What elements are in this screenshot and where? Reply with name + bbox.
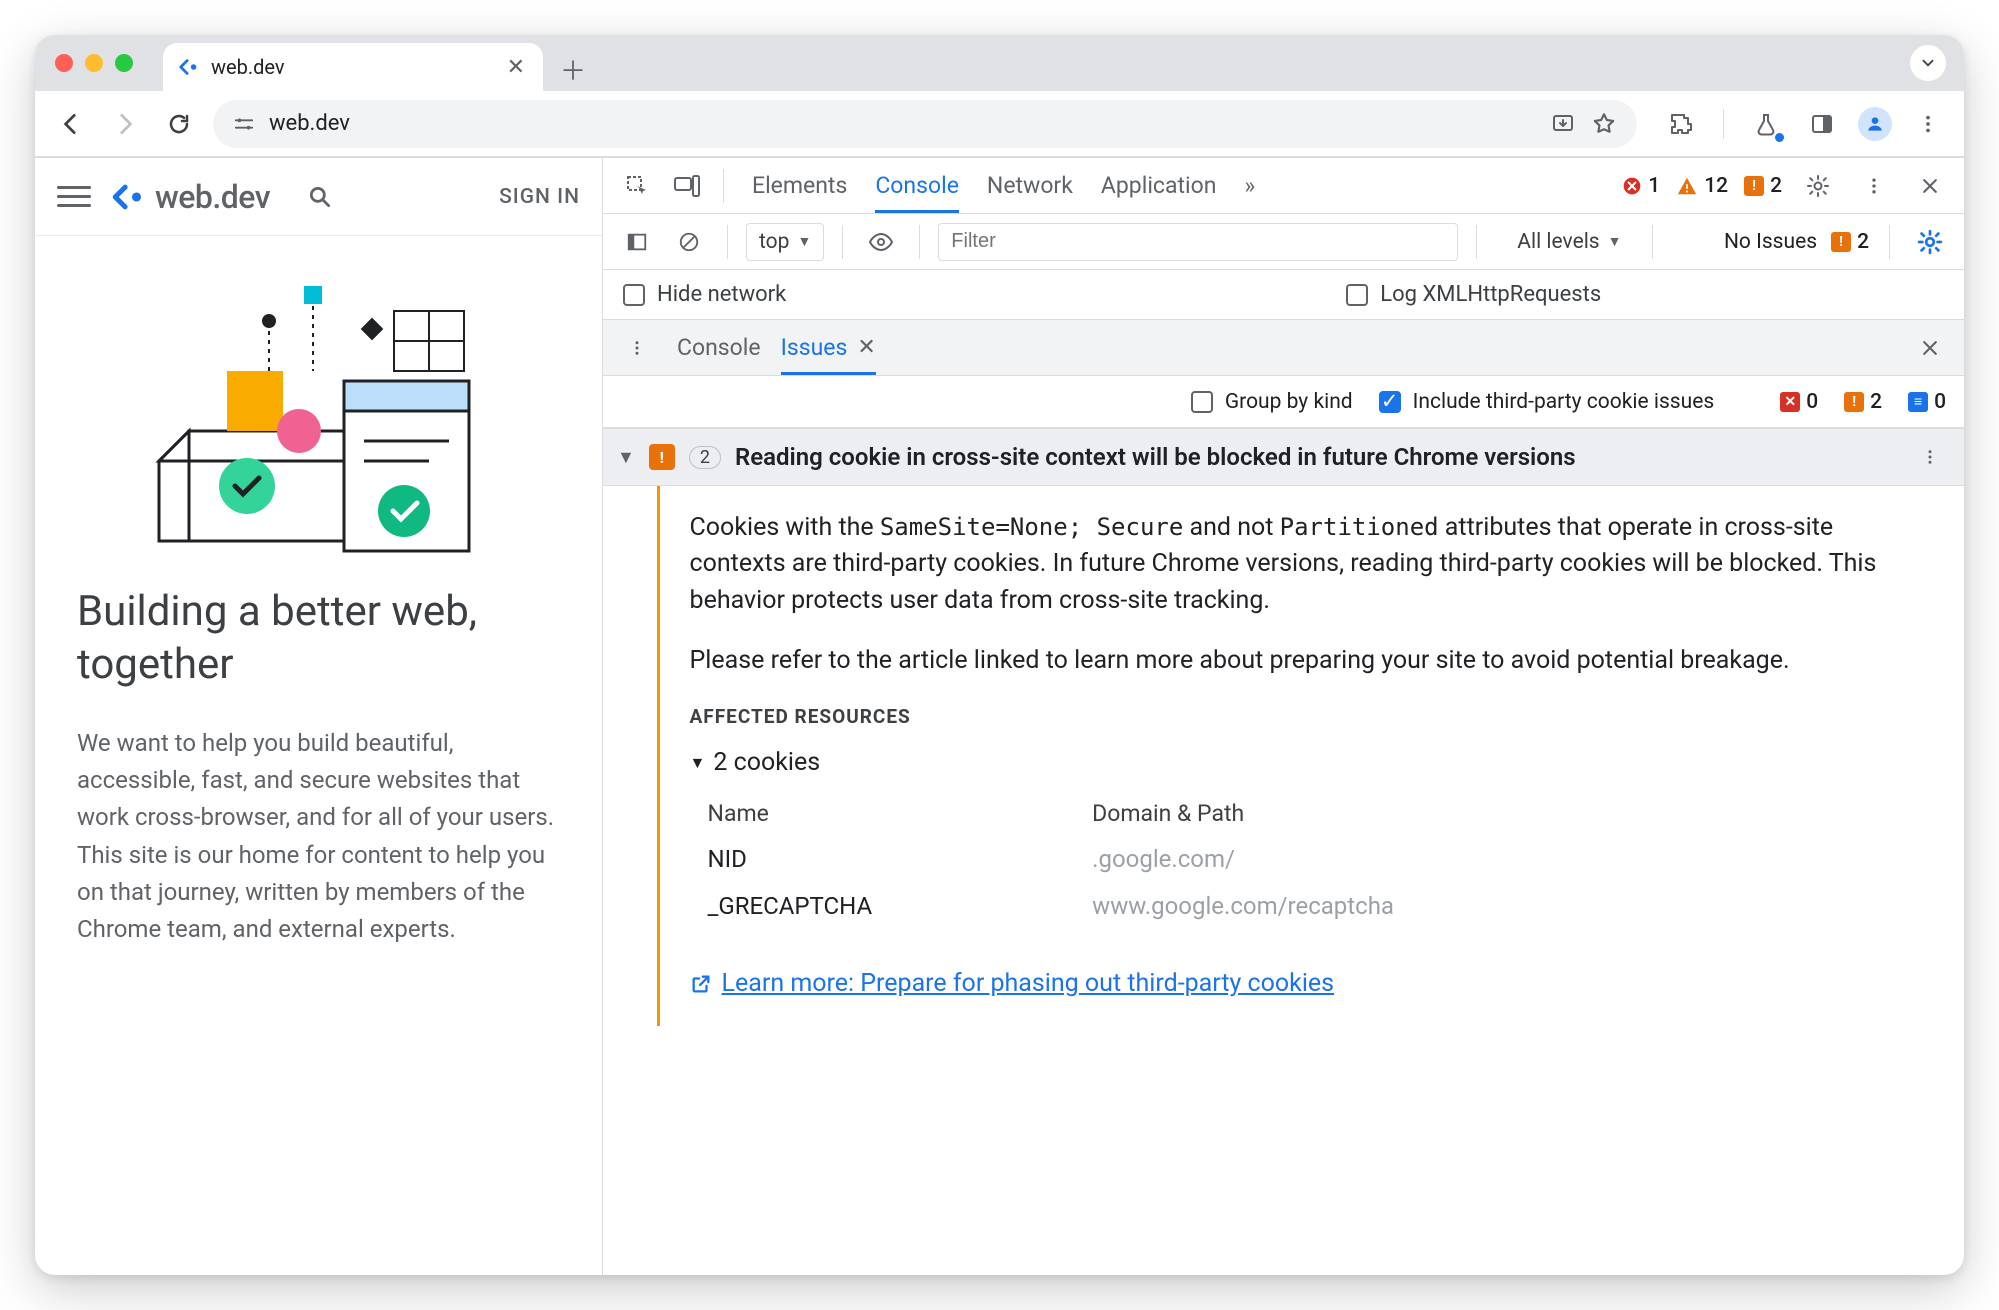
tab-strip: web.dev ✕ ＋ xyxy=(35,35,1964,91)
devtools-menu-icon[interactable] xyxy=(1854,166,1894,206)
bookmark-star-icon[interactable] xyxy=(1591,111,1617,137)
expand-issue-icon[interactable]: ▼ xyxy=(617,447,635,468)
devtools-close-icon[interactable] xyxy=(1910,166,1950,206)
webdev-logo[interactable]: web.dev xyxy=(111,178,270,216)
devtools-settings-icon[interactable] xyxy=(1798,166,1838,206)
extensions-icon[interactable] xyxy=(1661,104,1701,144)
address-bar[interactable]: web.dev xyxy=(213,100,1637,148)
drawer-tab-issues[interactable]: Issues✕ xyxy=(781,320,876,375)
webdev-favicon xyxy=(177,55,201,79)
issues-kind-warnings-badge[interactable]: !2 xyxy=(1844,390,1882,414)
search-icon[interactable] xyxy=(300,177,340,217)
affected-cookies-table: NameDomain & Path NID.google.com/ _GRECA… xyxy=(708,791,1434,930)
issues-kind-errors-badge[interactable]: ✕0 xyxy=(1780,390,1818,414)
log-levels-selector[interactable]: All levels ▼ xyxy=(1505,223,1633,261)
hide-network-checkbox[interactable]: Hide network xyxy=(623,282,786,307)
table-row: _GRECAPTCHAwww.google.com/recaptcha xyxy=(708,883,1434,930)
chrome-menu-icon[interactable] xyxy=(1908,104,1948,144)
issues-badge-inline[interactable]: !2 xyxy=(1831,230,1869,254)
issue-row-header[interactable]: ▼ ! 2 Reading cookie in cross-site conte… xyxy=(603,428,1964,486)
inspect-element-icon[interactable] xyxy=(617,166,657,206)
devtools-dock-icon[interactable] xyxy=(1802,104,1842,144)
col-name: Name xyxy=(708,791,913,836)
new-tab-button[interactable]: ＋ xyxy=(551,47,595,91)
minimize-window-button[interactable] xyxy=(85,54,103,72)
browser-toolbar: web.dev xyxy=(35,91,1964,157)
issues-count-badge[interactable]: !2 xyxy=(1744,174,1782,198)
table-row: NID.google.com/ xyxy=(708,836,1434,883)
issue-paragraph-1: Cookies with the SameSite=None; Secure a… xyxy=(690,510,1924,619)
hero-illustration xyxy=(129,276,509,556)
page-title: Building a better web, together xyxy=(77,586,560,691)
webpage-panel: web.dev SIGN IN xyxy=(35,158,603,1275)
group-by-kind-checkbox[interactable]: Group by kind xyxy=(1191,390,1353,414)
window-controls xyxy=(49,35,155,91)
more-tabs-icon[interactable]: » xyxy=(1244,158,1255,213)
console-settings-icon[interactable] xyxy=(1910,222,1950,262)
labs-icon[interactable] xyxy=(1746,104,1786,144)
no-issues-label: No Issues xyxy=(1724,230,1817,254)
webdev-brand-text: web.dev xyxy=(155,178,270,216)
col-domain: Domain & Path xyxy=(912,791,1434,836)
context-selector[interactable]: top ▼ xyxy=(746,223,824,261)
close-tab-icon[interactable]: ✕ xyxy=(507,55,525,80)
tab-application[interactable]: Application xyxy=(1101,158,1217,213)
console-sidebar-toggle-icon[interactable] xyxy=(617,222,657,262)
console-filter-input[interactable] xyxy=(938,223,1458,261)
issues-kind-info-badge[interactable]: ≡0 xyxy=(1908,390,1946,414)
issue-severity-icon: ! xyxy=(649,444,675,470)
affected-resources-heading: AFFECTED RESOURCES xyxy=(690,703,1924,731)
browser-tab[interactable]: web.dev ✕ xyxy=(163,43,543,91)
page-intro-text: We want to help you build beautiful, acc… xyxy=(77,725,560,948)
fullscreen-window-button[interactable] xyxy=(115,54,133,72)
live-expression-icon[interactable] xyxy=(861,222,901,262)
learn-more-link[interactable]: Learn more: Prepare for phasing out thir… xyxy=(722,966,1335,1002)
reload-button[interactable] xyxy=(159,104,199,144)
tab-console[interactable]: Console xyxy=(875,158,959,213)
cookies-summary-toggle[interactable]: ▼2 cookies xyxy=(690,745,1924,781)
url-text: web.dev xyxy=(269,111,350,136)
forward-button[interactable] xyxy=(105,104,145,144)
back-button[interactable] xyxy=(51,104,91,144)
drawer-menu-icon[interactable] xyxy=(617,328,657,368)
device-toolbar-icon[interactable] xyxy=(667,166,707,206)
profile-avatar[interactable] xyxy=(1858,107,1892,141)
close-window-button[interactable] xyxy=(55,54,73,72)
tab-title: web.dev xyxy=(211,55,285,79)
error-count-badge[interactable]: 1 xyxy=(1622,174,1660,198)
warning-count-badge[interactable]: 12 xyxy=(1676,174,1728,198)
separator xyxy=(1723,109,1724,139)
tab-overflow-button[interactable] xyxy=(1910,45,1946,81)
issue-title: Reading cookie in cross-site context wil… xyxy=(735,443,1576,471)
tab-network[interactable]: Network xyxy=(987,158,1073,213)
issue-count-pill: 2 xyxy=(689,446,721,469)
site-settings-icon[interactable] xyxy=(233,113,255,135)
sign-in-link[interactable]: SIGN IN xyxy=(499,185,580,209)
log-xhr-checkbox[interactable]: Log XMLHttpRequests xyxy=(1346,282,1601,307)
clear-console-icon[interactable] xyxy=(669,222,709,262)
drawer-tab-console[interactable]: Console xyxy=(677,320,761,375)
close-issues-tab-icon[interactable]: ✕ xyxy=(857,335,875,360)
issue-paragraph-2: Please refer to the article linked to le… xyxy=(690,643,1924,679)
issue-menu-icon[interactable] xyxy=(1910,437,1950,477)
include-3p-cookie-checkbox[interactable]: ✓Include third-party cookie issues xyxy=(1379,390,1715,414)
external-link-icon xyxy=(690,973,712,995)
install-app-icon[interactable] xyxy=(1551,112,1575,136)
tab-elements[interactable]: Elements xyxy=(752,158,847,213)
hamburger-menu-icon[interactable] xyxy=(57,186,91,207)
drawer-close-icon[interactable] xyxy=(1910,328,1950,368)
devtools-panel: Elements Console Network Application » 1… xyxy=(603,158,1964,1275)
